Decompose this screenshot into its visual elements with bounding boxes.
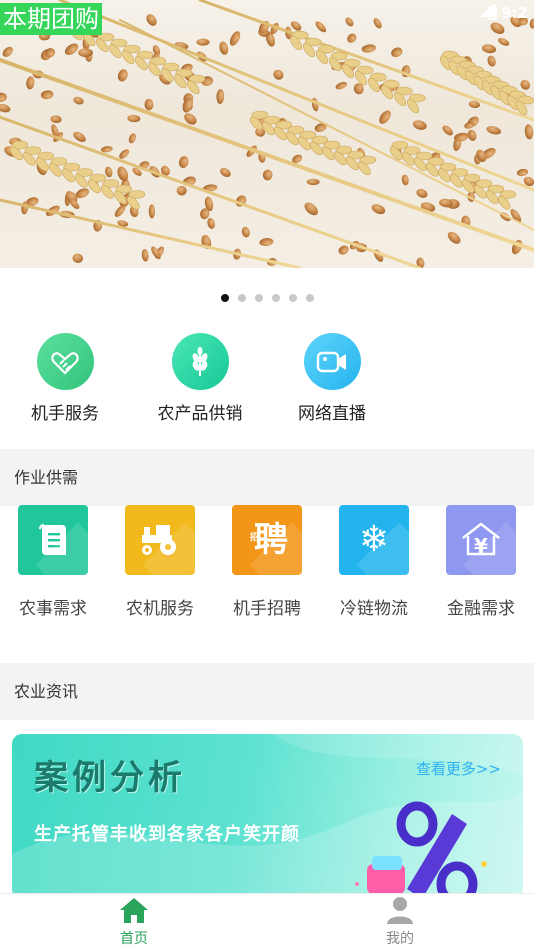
bottom-tab-bar: 首页 我的 bbox=[0, 893, 534, 950]
wheat-image bbox=[0, 0, 534, 268]
status-bar: 9:2 bbox=[480, 4, 528, 22]
service-driver-recruit[interactable]: 招 聘 机手招聘 bbox=[217, 505, 317, 621]
home-screen: 本期团购 9:2 机手服务 农产品供销 网络直播 作业供需 农事需求 农机服务 … bbox=[0, 0, 534, 950]
service-label: 冷链物流 bbox=[340, 599, 408, 619]
group-buy-tag[interactable]: 本期团购 bbox=[0, 3, 102, 35]
money-house-icon: ¥ bbox=[446, 505, 516, 575]
snowflake-icon: ❄ bbox=[339, 505, 409, 575]
section-title-supply: 作业供需 bbox=[0, 449, 534, 506]
service-label: 机手招聘 bbox=[233, 599, 301, 619]
service-label: 农事需求 bbox=[19, 599, 87, 619]
quick-entry-driver-service[interactable]: 机手服务 bbox=[0, 333, 130, 426]
quick-entry-produce-sales[interactable]: 农产品供销 bbox=[135, 333, 265, 426]
document-icon bbox=[18, 505, 88, 575]
recruit-icon: 招 聘 bbox=[232, 505, 302, 575]
service-farm-machinery[interactable]: 农机服务 bbox=[110, 505, 210, 621]
quick-entry-label: 农产品供销 bbox=[157, 404, 243, 424]
status-time: 9:2 bbox=[501, 4, 528, 22]
tab-mine-label: 我的 bbox=[386, 931, 414, 947]
service-finance-demand[interactable]: ¥ 金融需求 bbox=[431, 505, 531, 621]
wheat-icon bbox=[171, 333, 229, 390]
home-icon bbox=[94, 896, 174, 928]
tab-mine[interactable]: 我的 bbox=[360, 896, 440, 948]
handshake-icon bbox=[36, 333, 94, 390]
service-grid: 农事需求 农机服务 招 聘 机手招聘 ❄ 冷链物流 ¥ 金融需求 bbox=[0, 505, 534, 663]
case-title: 案例分析 bbox=[34, 758, 186, 798]
service-label: 农机服务 bbox=[126, 599, 194, 619]
carousel-indicator bbox=[0, 294, 534, 302]
service-label: 金融需求 bbox=[447, 599, 515, 619]
section-title-news: 农业资讯 bbox=[0, 663, 534, 720]
quick-entry-label: 机手服务 bbox=[31, 404, 99, 424]
case-subtitle: 生产托管丰收到各家各户笑开颜 bbox=[34, 824, 300, 845]
service-cold-chain[interactable]: ❄ 冷链物流 bbox=[324, 505, 424, 621]
view-more-link[interactable]: 查看更多>> bbox=[416, 758, 501, 779]
tab-home-label: 首页 bbox=[120, 931, 148, 947]
quick-entries: 机手服务 农产品供销 网络直播 bbox=[0, 333, 534, 429]
quick-entry-live-stream[interactable]: 网络直播 bbox=[267, 333, 397, 426]
carousel-dot[interactable] bbox=[237, 294, 246, 302]
case-analysis-card[interactable]: 案例分析 查看更多>> 生产托管丰收到各家各户笑开颜 bbox=[12, 734, 523, 899]
carousel-dot[interactable] bbox=[271, 294, 280, 302]
service-farm-demand[interactable]: 农事需求 bbox=[3, 505, 103, 621]
carousel-dot[interactable] bbox=[220, 294, 229, 302]
tractor-icon bbox=[125, 505, 195, 575]
person-icon bbox=[360, 896, 440, 928]
banner-carousel[interactable]: 本期团购 9:2 bbox=[0, 0, 534, 268]
carousel-dot[interactable] bbox=[288, 294, 297, 302]
quick-entry-label: 网络直播 bbox=[298, 404, 366, 424]
video-camera-icon bbox=[303, 333, 361, 390]
carousel-dot[interactable] bbox=[305, 294, 314, 302]
carousel-dot[interactable] bbox=[254, 294, 263, 302]
tab-home[interactable]: 首页 bbox=[94, 896, 174, 948]
